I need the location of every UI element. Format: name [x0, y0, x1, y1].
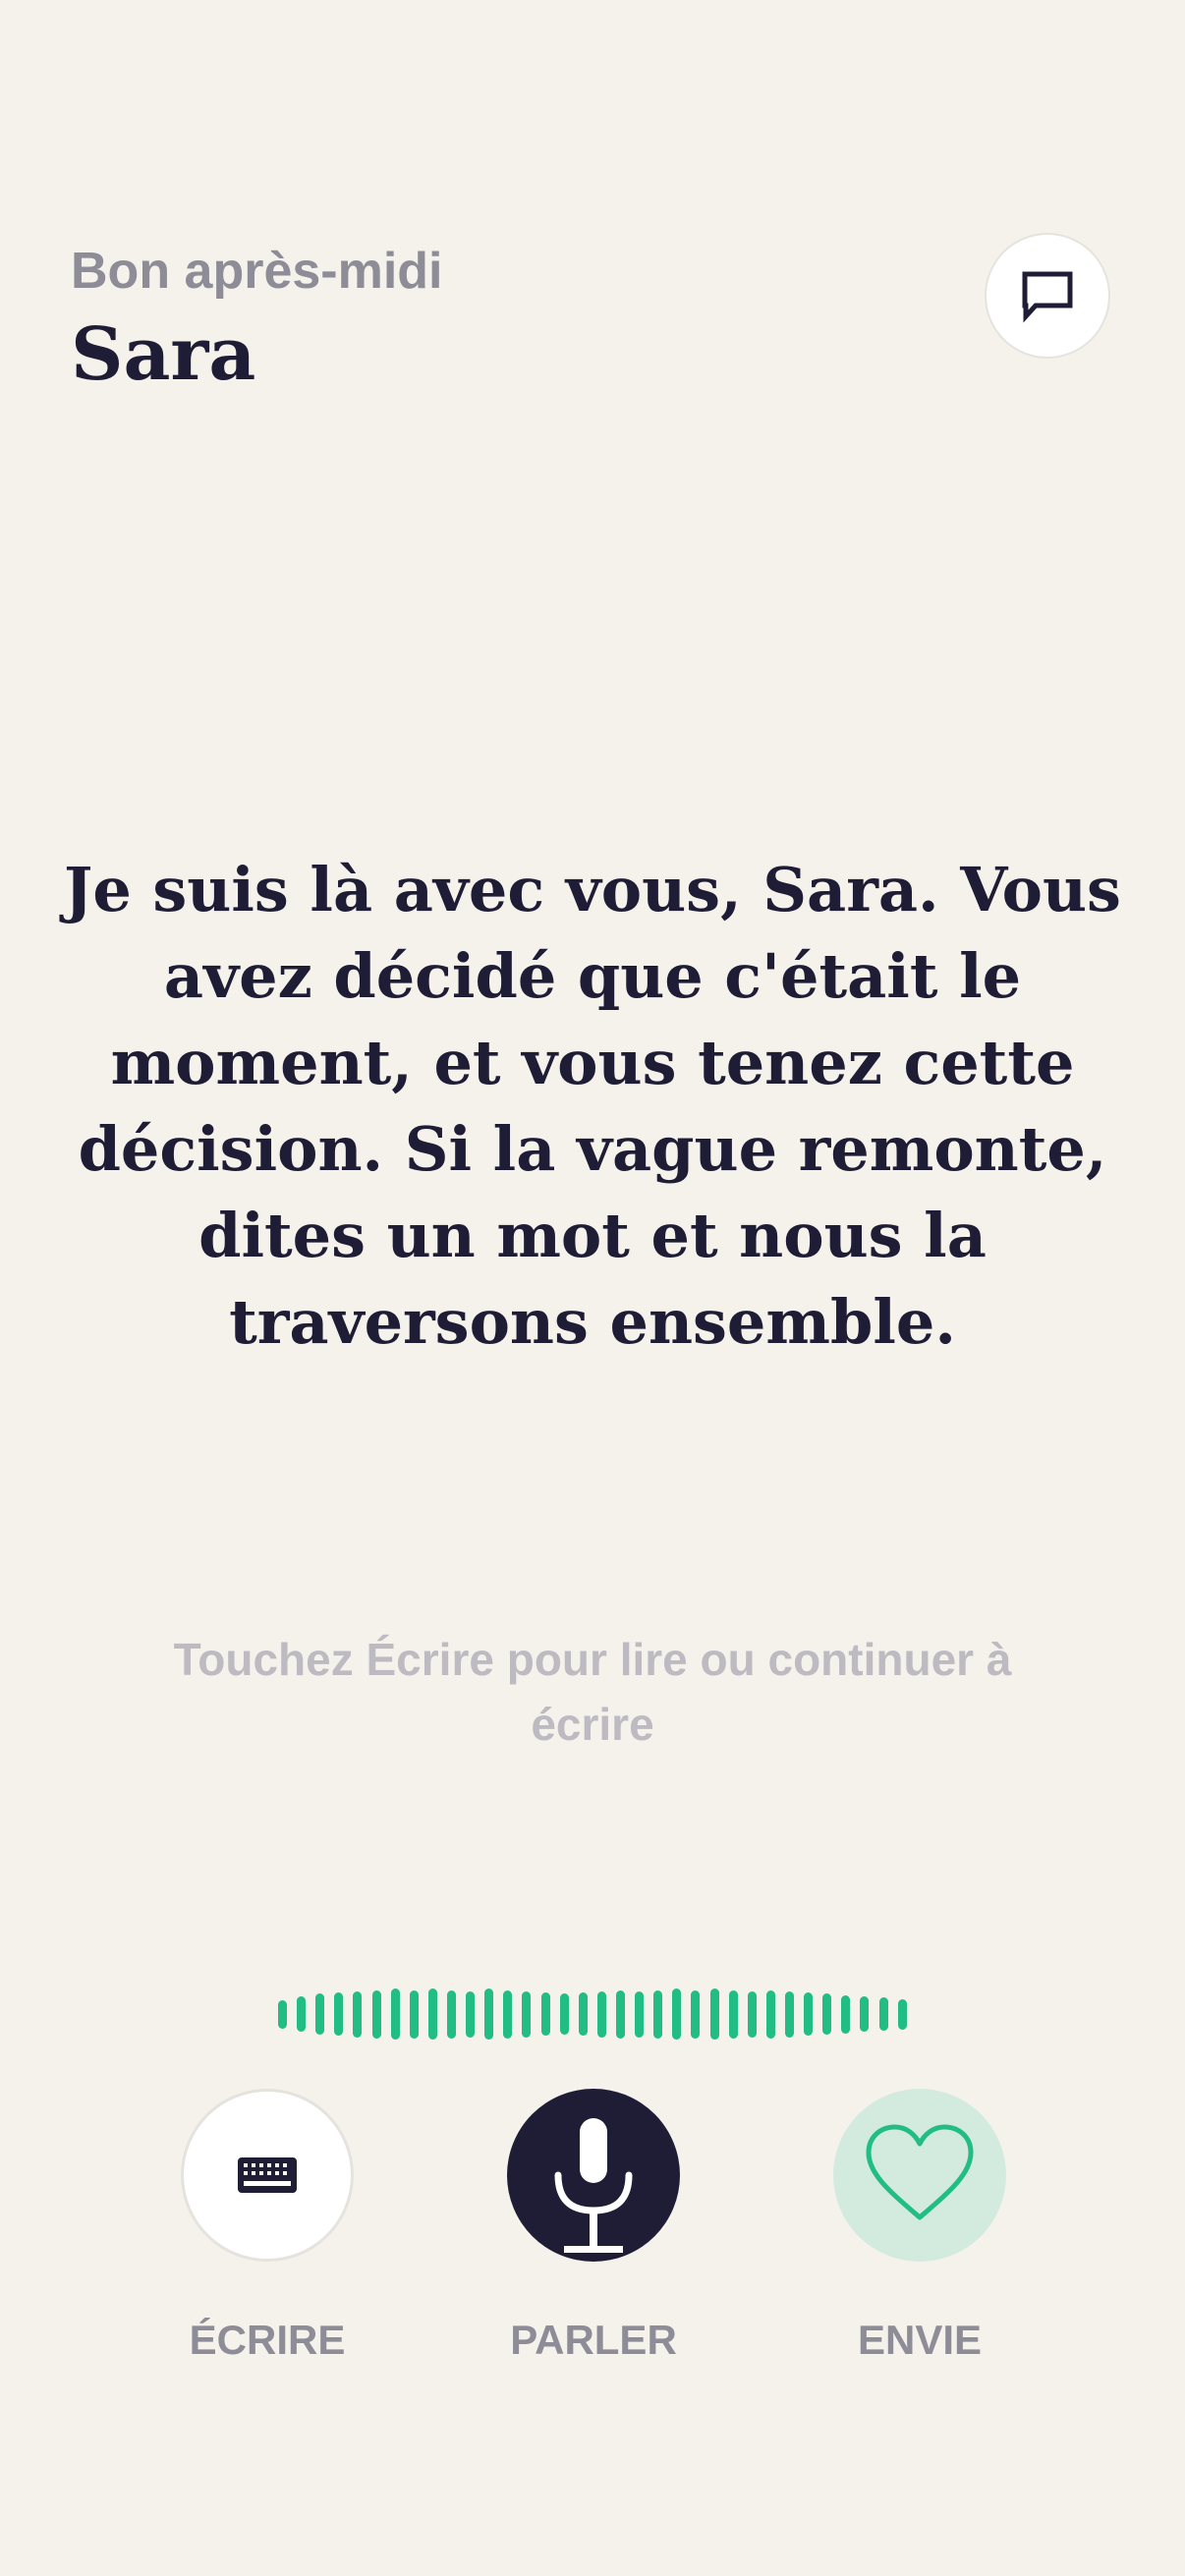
speak-button[interactable] [507, 2089, 680, 2262]
waveform-bar [522, 1990, 532, 2038]
waveform-bar [484, 1988, 494, 2040]
waveform-bar [466, 1990, 476, 2038]
chat-button[interactable] [985, 233, 1110, 359]
keyboard-icon [238, 2157, 297, 2193]
waveform-bar [672, 1988, 682, 2040]
voice-waveform [278, 1987, 907, 2042]
waveform-bar [334, 1992, 344, 2036]
waveform-bar [615, 1989, 625, 2039]
support-message: Je suis là avec vous, Sara. Vous avez dé… [64, 854, 1121, 1358]
hint-text: Touchez Écrire pour lire ou continuer à … [173, 1634, 1012, 1750]
waveform-bar [691, 1989, 701, 2039]
waveform-bar [278, 1999, 287, 2029]
write-button[interactable] [181, 2089, 354, 2262]
speak-label: PARLER [510, 2317, 677, 2363]
waveform-bar [653, 1989, 663, 2039]
waveform-bar [747, 1990, 757, 2038]
waveform-bar [390, 1988, 400, 2040]
waveform-bar [765, 1989, 775, 2039]
waveform-bar [878, 1997, 888, 2031]
waveform-bar [709, 1988, 719, 2040]
user-name: Sara [71, 312, 256, 397]
waveform-bar [409, 1989, 419, 2039]
waveform-bar [822, 1993, 832, 2035]
waveform-bar [897, 1998, 907, 2030]
waveform-bar [503, 1989, 513, 2039]
write-label: ÉCRIRE [189, 2317, 346, 2363]
craving-label: ENVIE [857, 2317, 983, 2363]
greeting-text: Bon après-midi [71, 243, 443, 300]
waveform-bar [784, 1990, 794, 2038]
chat-bubble-icon [1022, 271, 1073, 323]
waveform-bar [635, 1990, 645, 2038]
microphone-icon [554, 2118, 633, 2253]
waveform-bar [596, 1990, 606, 2038]
waveform-bar [297, 1996, 307, 2032]
waveform-bar [578, 1992, 588, 2036]
waveform-bar [728, 1989, 738, 2039]
waveform-bar [841, 1994, 851, 2034]
waveform-bar [804, 1992, 814, 2036]
waveform-bar [353, 1990, 363, 2038]
waveform-bar [371, 1989, 381, 2039]
waveform-bar [860, 1996, 870, 2032]
waveform-bar [446, 1989, 456, 2039]
waveform-bar [559, 1993, 569, 2035]
heart-icon [866, 2124, 974, 2220]
waveform-bar [315, 1993, 325, 2035]
craving-button[interactable] [833, 2089, 1006, 2262]
waveform-bar [427, 1988, 437, 2040]
waveform-bar [540, 1992, 550, 2036]
